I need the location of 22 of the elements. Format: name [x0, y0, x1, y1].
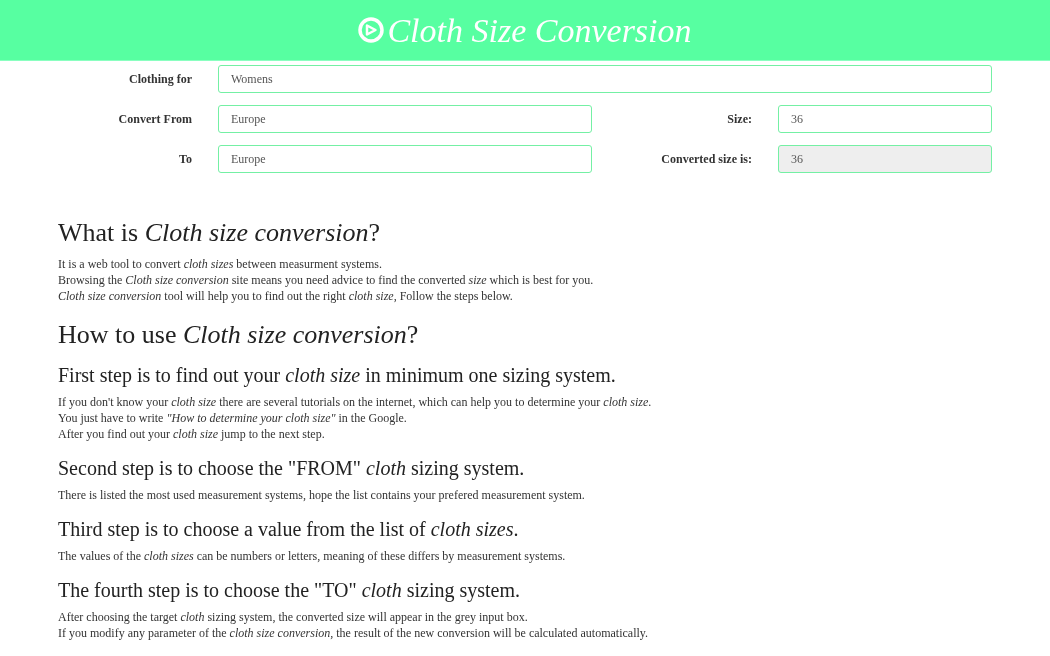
paragraph: After choosing the target cloth sizing system, the converted size will appear in the grey input box. If you modify any parameter of the cloth size conversion, the result of the new conversion will be calculated automatically. — [58, 609, 650, 642]
section-heading: What is Cloth size conversion? — [58, 219, 382, 248]
convert-to-field[interactable]: Europe — [218, 145, 592, 173]
site-title: Cloth Size Conversion — [387, 12, 692, 48]
paragraph: The values of the cloth sizes can be numbers or letters, meaning of these differs by measurement systems. — [58, 548, 567, 565]
paragraph: It is a web tool to convert cloth sizes between measurment systems. Browsing the Cloth size conversion site means you need advice to find the converted size which is best for you. Cloth size conversion tool will help you to find out the right cloth size, Follow the steps below. — [58, 255, 595, 304]
step-heading: First step is to find out your cloth size in minimum one sizing system. — [58, 364, 617, 387]
clothing-for-field[interactable]: Womens — [218, 65, 992, 93]
convert-from-field[interactable]: Europe — [218, 105, 592, 133]
logo-icon — [358, 17, 385, 43]
field-label: Convert From — [117, 111, 192, 128]
field-label: Converted size is: — [660, 151, 752, 168]
field-label: To — [178, 151, 192, 168]
step-heading: Third step is to choose a value from the list of cloth sizes. — [58, 518, 520, 541]
size-field[interactable]: 36 — [778, 105, 992, 133]
section-heading: How to use Cloth size conversion? — [58, 320, 420, 350]
field-label: Clothing for — [128, 71, 192, 88]
field-label: Size: — [726, 111, 752, 128]
step-heading: Second step is to choose the "FROM" cloth sizing system. — [58, 457, 526, 480]
paragraph: There is listed the most used measurement systems, hope the list contains your prefered measurement system. — [58, 487, 586, 504]
step-heading: The fourth step is to choose the "TO" cloth sizing system. — [58, 579, 522, 602]
paragraph: If you don't know your cloth size there are several tutorials on the internet, which can help you to determine your cloth size. You just have to write "How to determine your cloth size" in the Google. After you find out your cloth size jump to the next step. — [58, 394, 653, 443]
